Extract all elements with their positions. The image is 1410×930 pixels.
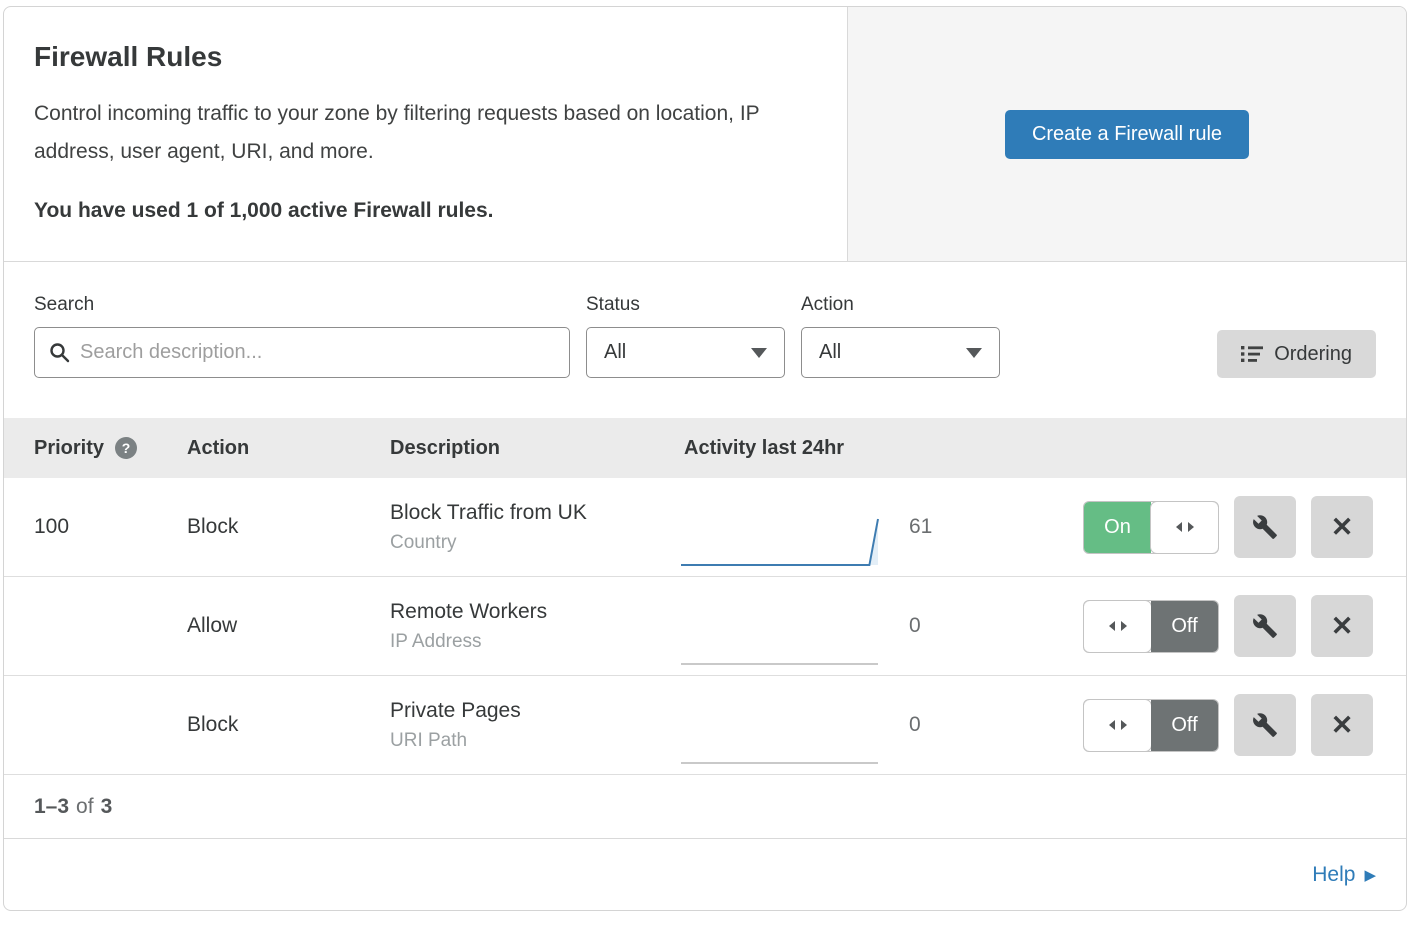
search-label: Search: [34, 294, 570, 316]
table-row: 100 Block Block Traffic from UK Country …: [4, 478, 1406, 577]
status-label: Status: [586, 294, 785, 316]
toggle-knob: [1151, 502, 1218, 553]
pagination-of-label: of: [76, 795, 94, 819]
column-header-description: Description: [390, 437, 677, 460]
pagination-bar: 1–3 of 3: [4, 775, 1406, 839]
page-title: Firewall Rules: [34, 41, 817, 73]
action-select[interactable]: All: [801, 327, 1000, 378]
row-controls: On ✕: [1004, 496, 1406, 558]
table-row: Block Private Pages URI Path 0 Off: [4, 676, 1406, 775]
action-cell: Block: [187, 515, 390, 539]
action-cell: Block: [187, 713, 390, 737]
activity-count: 0: [887, 713, 1004, 737]
action-selected-value: All: [819, 341, 841, 364]
cta-panel: Create a Firewall rule: [847, 7, 1406, 261]
toggle-off-label: Off: [1151, 601, 1218, 652]
action-cell: Allow: [187, 614, 390, 638]
description-cell: Remote Workers IP Address: [390, 600, 677, 653]
activity-sparkline: [677, 512, 882, 568]
create-firewall-rule-button[interactable]: Create a Firewall rule: [1005, 110, 1249, 159]
help-tooltip-icon[interactable]: ?: [115, 437, 137, 459]
table-row: Allow Remote Workers IP Address 0 Off: [4, 577, 1406, 676]
activity-count: 0: [887, 614, 1004, 638]
delete-rule-button[interactable]: ✕: [1311, 694, 1373, 756]
action-group: Action All: [801, 294, 1000, 378]
edit-rule-button[interactable]: [1234, 595, 1296, 657]
column-header-priority: Priority ?: [34, 437, 187, 460]
priority-cell: 100: [34, 515, 187, 539]
column-header-action: Action: [187, 437, 390, 460]
wrench-icon: [1252, 613, 1278, 639]
rule-description: Block Traffic from UK: [390, 501, 677, 525]
drag-handle-icon: [1106, 718, 1130, 732]
filter-bar: Search Status All Action All: [4, 262, 1406, 418]
rule-type: Country: [390, 532, 677, 554]
status-group: Status All: [586, 294, 785, 378]
edit-rule-button[interactable]: [1234, 694, 1296, 756]
row-controls: Off ✕: [1004, 694, 1406, 756]
rule-description: Remote Workers: [390, 600, 677, 624]
toggle-knob: [1084, 601, 1151, 652]
pagination-range: 1–3: [34, 795, 69, 819]
wrench-icon: [1252, 712, 1278, 738]
toggle-on-label: On: [1084, 502, 1151, 553]
activity-sparkline: [677, 611, 882, 667]
row-controls: Off ✕: [1004, 595, 1406, 657]
arrow-right-icon: ▶: [1364, 866, 1376, 884]
close-icon: ✕: [1331, 514, 1354, 541]
search-input[interactable]: [80, 341, 555, 364]
table-header: Priority ? Action Description Activity l…: [4, 418, 1406, 478]
ordered-list-icon: [1241, 344, 1263, 364]
help-link-label: Help: [1312, 863, 1355, 887]
description-cell: Private Pages URI Path: [390, 699, 677, 752]
rule-type: URI Path: [390, 730, 677, 752]
activity-sparkline: [677, 710, 882, 766]
activity-sparkline-cell: [677, 710, 887, 774]
description-cell: Block Traffic from UK Country: [390, 501, 677, 554]
ordering-button-label: Ordering: [1274, 343, 1352, 366]
help-bar: Help ▶: [4, 839, 1406, 910]
search-group: Search: [34, 294, 570, 378]
usage-note: You have used 1 of 1,000 active Firewall…: [34, 199, 817, 223]
rule-enabled-toggle[interactable]: On: [1083, 501, 1219, 554]
action-label: Action: [801, 294, 1000, 316]
chevron-down-icon: [966, 348, 982, 358]
edit-rule-button[interactable]: [1234, 496, 1296, 558]
chevron-down-icon: [751, 348, 767, 358]
close-icon: ✕: [1331, 613, 1354, 640]
wrench-icon: [1252, 514, 1278, 540]
activity-sparkline-cell: [677, 512, 887, 576]
rule-description: Private Pages: [390, 699, 677, 723]
toggle-off-label: Off: [1151, 700, 1218, 751]
toggle-knob: [1084, 700, 1151, 751]
activity-count: 61: [887, 515, 1004, 539]
delete-rule-button[interactable]: ✕: [1311, 595, 1373, 657]
delete-rule-button[interactable]: ✕: [1311, 496, 1373, 558]
priority-header-label: Priority: [34, 437, 104, 460]
rule-enabled-toggle[interactable]: Off: [1083, 699, 1219, 752]
rule-enabled-toggle[interactable]: Off: [1083, 600, 1219, 653]
activity-sparkline-cell: [677, 611, 887, 675]
help-link[interactable]: Help ▶: [1312, 863, 1376, 887]
column-header-activity: Activity last 24hr: [677, 437, 1004, 460]
page-header: Firewall Rules Control incoming traffic …: [4, 7, 1406, 262]
status-select[interactable]: All: [586, 327, 785, 378]
search-icon: [49, 342, 70, 363]
rule-type: IP Address: [390, 631, 677, 653]
pagination-total: 3: [101, 795, 113, 819]
page-description: Control incoming traffic to your zone by…: [34, 95, 809, 171]
drag-handle-icon: [1173, 520, 1197, 534]
ordering-button[interactable]: Ordering: [1217, 330, 1376, 378]
drag-handle-icon: [1106, 619, 1130, 633]
firewall-rules-card: Firewall Rules Control incoming traffic …: [3, 6, 1407, 911]
close-icon: ✕: [1331, 712, 1354, 739]
search-box: [34, 327, 570, 378]
status-selected-value: All: [604, 341, 626, 364]
intro-panel: Firewall Rules Control incoming traffic …: [4, 7, 847, 261]
